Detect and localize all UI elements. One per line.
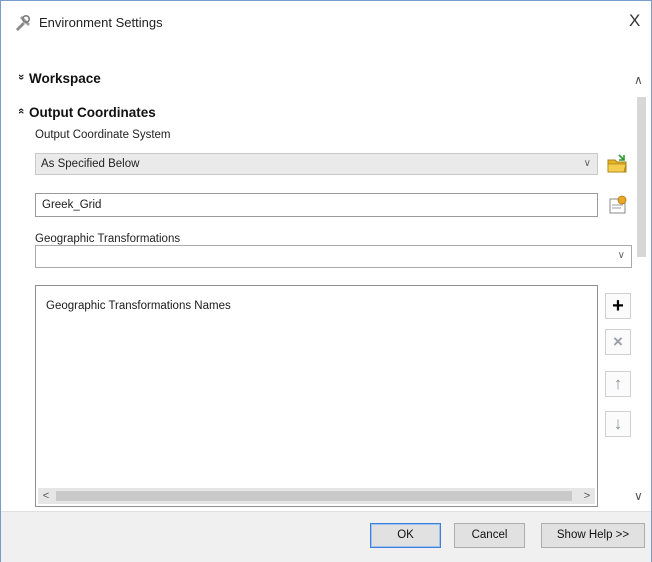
scroll-left-icon[interactable]: < <box>38 488 54 504</box>
output-coordinate-system-dropdown[interactable]: As Specified Below ∨ <box>35 153 598 175</box>
section-workspace-label: Workspace <box>29 71 101 86</box>
chevron-down-icon: ∨ <box>583 158 591 169</box>
section-output-coordinates-label: Output Coordinates <box>29 105 156 120</box>
close-button[interactable]: X <box>629 9 651 33</box>
cancel-button[interactable]: Cancel <box>454 523 525 548</box>
window-title: Environment Settings <box>39 15 163 30</box>
geographic-transformations-names-header: Geographic Transformations Names <box>46 300 231 312</box>
browse-folder-icon[interactable] <box>605 152 629 176</box>
expand-chevron-icon: » <box>15 74 27 81</box>
horizontal-scroll-thumb[interactable] <box>56 491 572 501</box>
environment-settings-icon <box>16 14 31 31</box>
collapse-chevron-icon: « <box>15 108 27 115</box>
environment-settings-window: Environment Settings X » Workspace «Outpu… <box>0 0 652 562</box>
chevron-down-icon: ∨ <box>617 250 625 261</box>
output-coordinate-system-selected: As Specified Below <box>41 158 140 170</box>
scroll-up-icon[interactable]: ∧ <box>634 73 643 87</box>
coordinate-system-field[interactable]: Greek_Grid <box>35 193 598 217</box>
move-up-button[interactable]: ↑ <box>605 371 631 397</box>
scroll-down-icon[interactable]: ∨ <box>634 489 643 503</box>
section-workspace[interactable]: » Workspace <box>15 71 101 86</box>
section-output-coordinates[interactable]: «Output Coordinates <box>15 105 156 120</box>
vertical-scrollbar[interactable]: ∧ ∨ <box>633 73 649 503</box>
show-help-button[interactable]: Show Help >> <box>541 523 645 548</box>
dialog-footer: OK Cancel Show Help >> <box>1 511 651 562</box>
title-bar: Environment Settings X <box>1 1 651 45</box>
vertical-scroll-thumb[interactable] <box>637 97 646 257</box>
remove-transformation-button[interactable]: × <box>605 329 631 355</box>
move-down-button[interactable]: ↓ <box>605 411 631 437</box>
coordinate-system-properties-icon[interactable] <box>606 193 630 217</box>
ok-button[interactable]: OK <box>370 523 441 548</box>
settings-panel: » Workspace «Output Coordinates Output Co… <box>1 45 651 511</box>
output-coordinate-system-label: Output Coordinate System <box>35 129 171 141</box>
geographic-transformations-list[interactable]: Geographic Transformations Names < > <box>35 285 598 507</box>
geographic-transformations-label: Geographic Transformations <box>35 233 181 245</box>
add-transformation-button[interactable]: + <box>605 293 631 319</box>
horizontal-scrollbar[interactable]: < > <box>38 488 595 504</box>
scroll-right-icon[interactable]: > <box>579 488 595 504</box>
geographic-transformations-dropdown[interactable]: ∨ <box>35 245 632 268</box>
